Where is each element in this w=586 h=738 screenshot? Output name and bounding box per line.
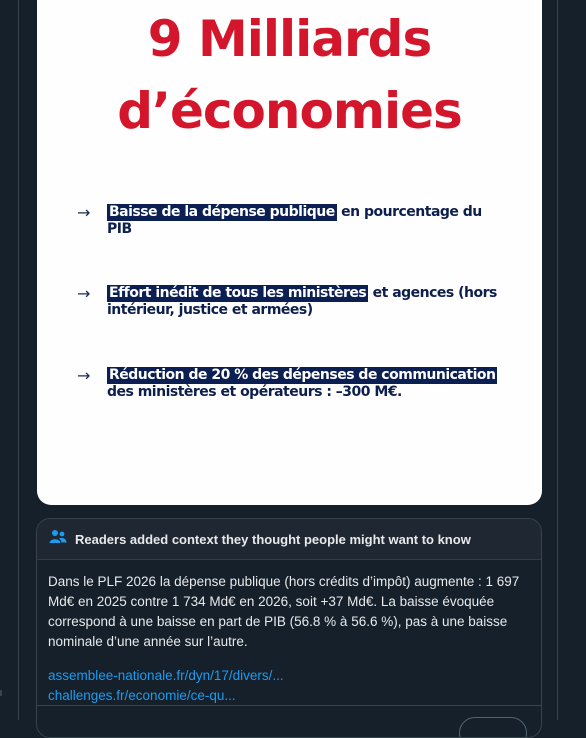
rate-note-button[interactable] — [459, 717, 527, 737]
headline-line-1: 9 Milliards — [147, 10, 432, 68]
community-note-title: Readers added context they thought peopl… — [75, 531, 471, 547]
source-link-1[interactable]: assemblee-nationale.fr/dyn/17/divers/... — [48, 666, 530, 686]
bullet-text: Effort inédit de tous les ministères et … — [107, 285, 507, 319]
headline-line-2: d’économies — [117, 82, 463, 140]
community-note-text: Dans le PLF 2026 la dépense publique (ho… — [48, 574, 520, 649]
bullet-item: → Baisse de la dépense publique en pourc… — [77, 204, 507, 238]
bullet-text: Réduction de 20 % des dépenses de commun… — [107, 367, 507, 401]
source-link-2[interactable]: challenges.fr/economie/ce-qu... — [48, 686, 530, 706]
arrow-right-icon: → — [77, 203, 91, 222]
bullet-text: Baisse de la dépense publique en pourcen… — [107, 204, 507, 238]
tweet-image[interactable]: 9 Milliards d’économies → Baisse de la d… — [37, 0, 542, 505]
bullet-highlight: Baisse de la dépense publique — [107, 204, 337, 221]
scroll-marker — [0, 690, 2, 696]
people-icon — [49, 529, 67, 550]
community-note: Readers added context they thought peopl… — [36, 518, 542, 738]
arrow-right-icon: → — [77, 366, 91, 385]
bullet-highlight: Réduction de 20 % des dépenses de commun… — [107, 367, 498, 384]
bullet-item: → Réduction de 20 % des dépenses de comm… — [77, 367, 507, 401]
community-note-header: Readers added context they thought peopl… — [37, 519, 541, 560]
bullet-highlight: Effort inédit de tous les ministères — [107, 285, 369, 302]
bullet-rest: des ministères et opérateurs : –300 M€. — [107, 384, 402, 400]
community-note-links: assemblee-nationale.fr/dyn/17/divers/...… — [48, 666, 530, 706]
arrow-right-icon: → — [77, 284, 91, 303]
community-note-body: Dans le PLF 2026 la dépense publique (ho… — [37, 560, 541, 706]
bullet-item: → Effort inédit de tous les ministères e… — [77, 285, 507, 319]
community-note-footer — [37, 705, 541, 706]
